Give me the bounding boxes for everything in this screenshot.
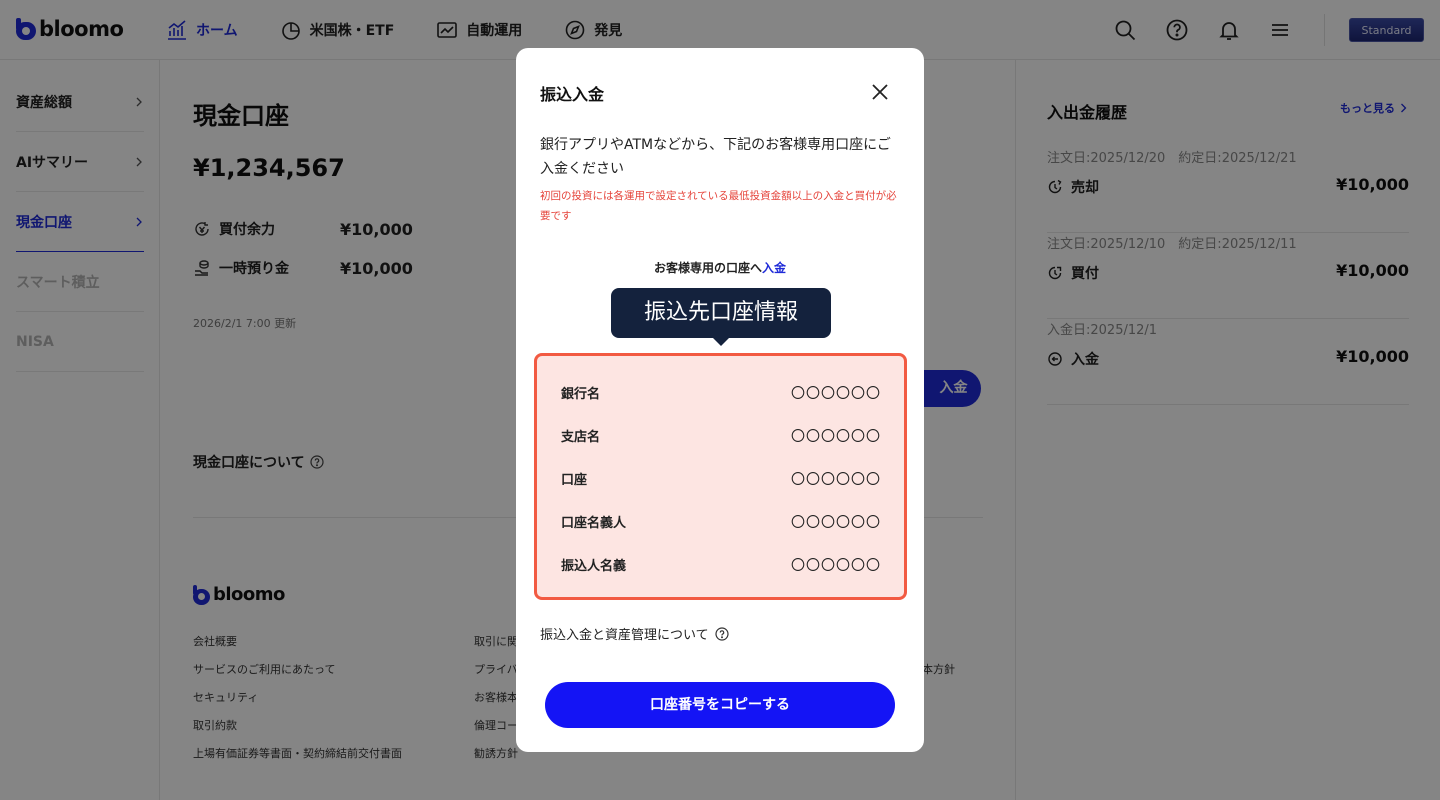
bank-transfer-modal: 振込入金 銀行アプリやATMなどから、下記のお客様専用口座にご入金ください 初回… (516, 48, 924, 752)
modal-title: 振込入金 (540, 85, 605, 104)
modal-subheading: お客様専用の口座へ入金 (516, 259, 924, 276)
info-row-remitter-name: 振込人名義 〇〇〇〇〇〇 (561, 555, 881, 575)
info-label: 銀行名 (561, 387, 601, 402)
info-value: 〇〇〇〇〇〇 (791, 429, 881, 445)
info-row-branch: 支店名 〇〇〇〇〇〇 (561, 426, 881, 446)
info-label: 口座 (561, 473, 588, 488)
account-info-tooltip: 振込先口座情報 (611, 288, 831, 346)
account-info-box: 銀行名 〇〇〇〇〇〇 支店名 〇〇〇〇〇〇 口座 〇〇〇〇〇〇 口座名義人 〇〇… (534, 353, 907, 600)
info-value: 〇〇〇〇〇〇 (791, 386, 881, 402)
info-label: 振込人名義 (561, 559, 627, 574)
deposit-link[interactable]: 入金 (762, 261, 786, 275)
info-row-bank: 銀行名 〇〇〇〇〇〇 (561, 383, 881, 403)
about-transfer-link[interactable]: 振込入金と資産管理について (540, 624, 729, 643)
info-value: 〇〇〇〇〇〇 (791, 472, 881, 488)
info-label: 口座名義人 (561, 516, 627, 531)
info-label: 支店名 (561, 430, 601, 445)
info-row-account-holder: 口座名義人 〇〇〇〇〇〇 (561, 512, 881, 532)
modal-warning: 初回の投資には各運用で設定されている最低投資金額以上の入金と買付が必要です (540, 190, 897, 222)
copy-account-number-button[interactable]: 口座番号をコピーする (545, 682, 895, 728)
help-icon (715, 626, 729, 641)
subheading-text: お客様専用の口座へ (653, 261, 762, 275)
info-value: 〇〇〇〇〇〇 (791, 558, 881, 574)
info-row-account: 口座 〇〇〇〇〇〇 (561, 469, 881, 489)
info-value: 〇〇〇〇〇〇 (791, 515, 881, 531)
close-icon[interactable] (868, 80, 892, 104)
modal-description: 銀行アプリやATMなどから、下記のお客様専用口座にご入金ください (540, 137, 891, 177)
about-transfer-label: 振込入金と資産管理について (540, 628, 709, 643)
